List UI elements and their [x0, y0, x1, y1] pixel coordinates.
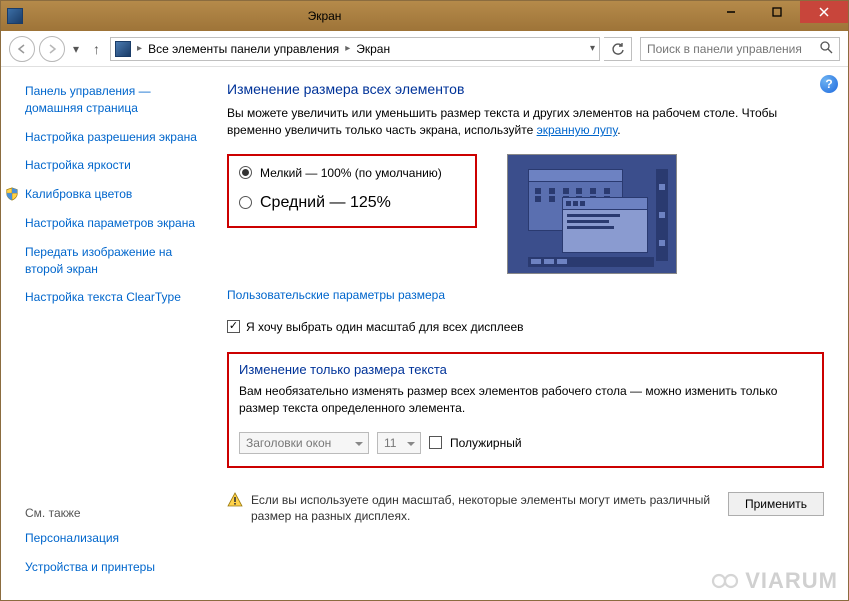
sidebar-link-settings[interactable]: Настройка параметров экрана	[25, 215, 199, 232]
address-bar[interactable]: ▸ Все элементы панели управления ▸ Экран…	[110, 37, 600, 61]
sidebar-home[interactable]: Панель управления — домашняя страница	[25, 83, 199, 117]
size-select[interactable]: 11	[377, 432, 421, 454]
radio-small[interactable]: Мелкий — 100% (по умолчанию)	[239, 166, 461, 180]
navigation-bar: ▾ ↑ ▸ Все элементы панели управления ▸ Э…	[1, 31, 848, 67]
location-icon	[115, 41, 131, 57]
shield-icon	[5, 187, 19, 201]
help-icon[interactable]: ?	[820, 75, 838, 93]
custom-size-link[interactable]: Пользовательские параметры размера	[227, 288, 445, 302]
sidebar-link-cleartype[interactable]: Настройка текста ClearType	[25, 289, 199, 306]
apply-button[interactable]: Применить	[728, 492, 824, 516]
history-dropdown[interactable]: ▾	[69, 42, 83, 56]
back-button[interactable]	[9, 36, 35, 62]
close-button[interactable]	[800, 1, 848, 23]
page-description: Вы можете увеличить или уменьшить размер…	[227, 105, 787, 140]
warning-icon	[227, 492, 243, 508]
section2-heading: Изменение только размера текста	[239, 362, 812, 377]
content-area: Панель управления — домашняя страница На…	[1, 67, 848, 600]
bold-label: Полужирный	[450, 436, 522, 450]
breadcrumb-sep: ▸	[137, 43, 142, 54]
radio-medium[interactable]: Средний — 125%	[239, 194, 461, 212]
minimize-button[interactable]	[708, 1, 754, 23]
maximize-button[interactable]	[754, 1, 800, 23]
app-icon	[7, 8, 23, 24]
sidebar: Панель управления — домашняя страница На…	[1, 67, 211, 600]
window-frame: Экран ▾ ↑ ▸ Все элементы панели управлен…	[0, 0, 849, 601]
radio-dot-icon	[239, 196, 252, 209]
watermark: VIARUM	[711, 568, 838, 594]
bold-checkbox[interactable]	[429, 436, 442, 449]
see-also-personalization[interactable]: Персонализация	[25, 530, 199, 547]
address-dropdown[interactable]: ▾	[590, 43, 595, 54]
single-scale-label: Я хочу выбрать один масштаб для всех дис…	[246, 320, 524, 334]
window-controls	[708, 1, 848, 31]
sidebar-link-brightness[interactable]: Настройка яркости	[25, 157, 199, 174]
element-select[interactable]: Заголовки окон	[239, 432, 369, 454]
page-heading: Изменение размера всех элементов	[227, 81, 824, 97]
magnifier-link[interactable]: экранную лупу	[537, 123, 618, 137]
search-box[interactable]	[640, 37, 840, 61]
scale-radio-group: Мелкий — 100% (по умолчанию) Средний — 1…	[227, 154, 477, 228]
up-button[interactable]: ↑	[87, 41, 106, 57]
bottom-bar: Если вы используете один масштаб, некото…	[227, 480, 824, 526]
titlebar: Экран	[1, 1, 848, 31]
sidebar-link-project[interactable]: Передать изображение на второй экран	[25, 244, 199, 278]
radio-dot-icon	[239, 166, 252, 179]
sidebar-link-resolution[interactable]: Настройка разрешения экрана	[25, 129, 199, 146]
single-scale-checkbox[interactable]	[227, 320, 240, 333]
see-also-label: См. также	[25, 506, 199, 520]
main-panel: ? Изменение размера всех элементов Вы мо…	[211, 67, 848, 600]
search-input[interactable]	[647, 42, 820, 56]
breadcrumb-1[interactable]: Все элементы панели управления	[148, 42, 339, 56]
search-icon[interactable]	[820, 41, 833, 57]
text-size-section: Изменение только размера текста Вам необ…	[227, 352, 824, 468]
window-title: Экран	[31, 9, 708, 23]
sidebar-link-calibrate[interactable]: Калибровка цветов	[25, 186, 132, 203]
breadcrumb-sep: ▸	[345, 43, 350, 54]
warning-text: Если вы используете один масштаб, некото…	[251, 492, 720, 526]
breadcrumb-2[interactable]: Экран	[356, 42, 390, 56]
preview-image	[507, 154, 677, 274]
section2-desc: Вам необязательно изменять размер всех э…	[239, 383, 812, 418]
forward-button[interactable]	[39, 36, 65, 62]
refresh-button[interactable]	[604, 37, 632, 61]
single-scale-row: Я хочу выбрать один масштаб для всех дис…	[227, 320, 824, 334]
see-also-devices[interactable]: Устройства и принтеры	[25, 559, 199, 576]
